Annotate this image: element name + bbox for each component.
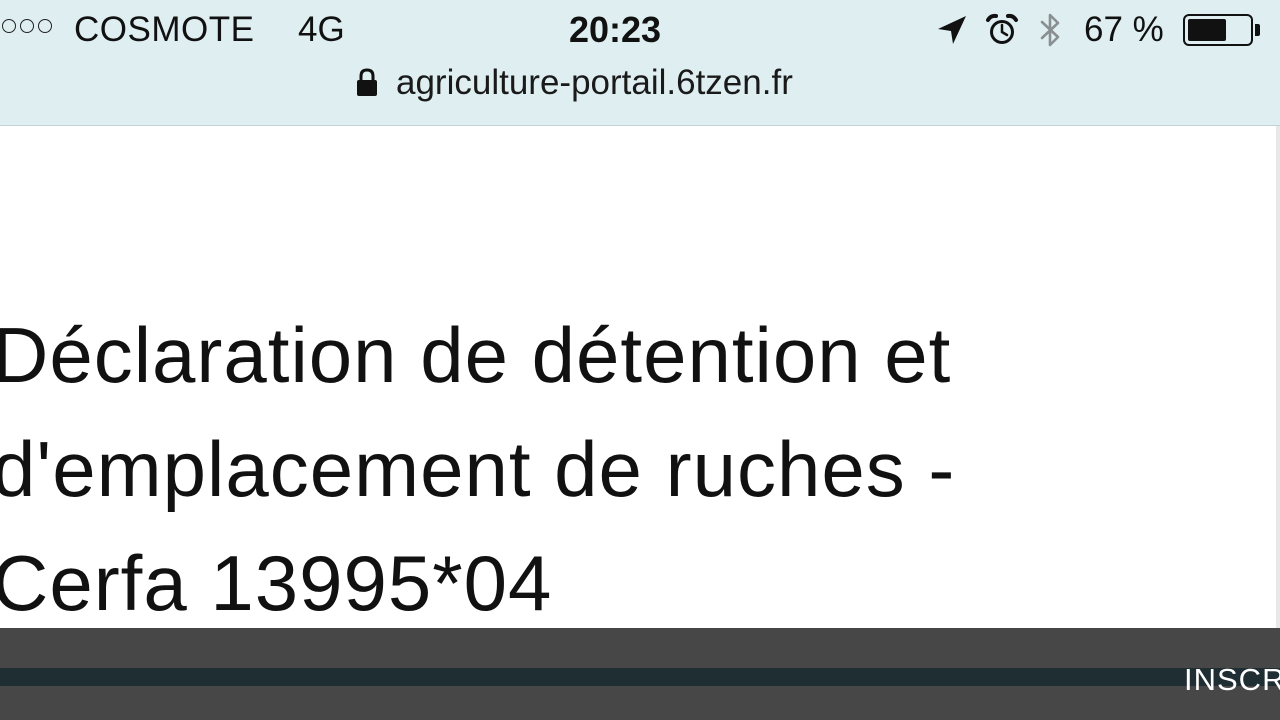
battery-icon <box>1183 14 1253 46</box>
browser-top-bar: COSMOTE 4G 20:23 67 % agriculture-portai… <box>0 0 1280 126</box>
url-text[interactable]: agriculture-portail.6tzen.fr <box>396 63 793 103</box>
battery-percent: 67 % <box>1084 10 1164 49</box>
signal-dot <box>2 19 16 33</box>
page-title-line: Cerfa 13995*04 <box>0 539 553 627</box>
alarm-clock-icon <box>986 13 1018 44</box>
status-time: 20:23 <box>568 9 662 50</box>
battery-cap <box>1255 24 1260 36</box>
bottom-bar-stripe <box>0 668 1280 686</box>
bluetooth-icon <box>1040 13 1060 47</box>
status-bar: COSMOTE 4G 20:23 67 % <box>0 0 1280 62</box>
carrier-name: COSMOTE <box>74 10 255 49</box>
bottom-navigation-bar: INSCRI <box>0 628 1280 720</box>
page-title: Déclaration de détention et d'emplacemen… <box>0 298 1132 640</box>
inscription-link[interactable]: INSCRI <box>1184 662 1280 698</box>
page-content: Déclaration de détention et d'emplacemen… <box>0 126 1280 628</box>
battery-level-fill <box>1188 19 1227 41</box>
page-title-line: Déclaration de détention et <box>0 311 952 399</box>
signal-strength-icon <box>2 19 52 39</box>
phone-screen: COSMOTE 4G 20:23 67 % agriculture-portai… <box>0 0 1280 720</box>
location-arrow-icon <box>938 16 966 44</box>
signal-dot <box>38 19 52 33</box>
lock-icon <box>357 68 377 96</box>
signal-dot <box>20 19 34 33</box>
scrollbar-track <box>1276 126 1280 628</box>
address-bar[interactable]: agriculture-portail.6tzen.fr <box>0 62 1280 112</box>
page-title-line: d'emplacement de ruches - <box>0 425 956 513</box>
network-type: 4G <box>298 10 345 49</box>
